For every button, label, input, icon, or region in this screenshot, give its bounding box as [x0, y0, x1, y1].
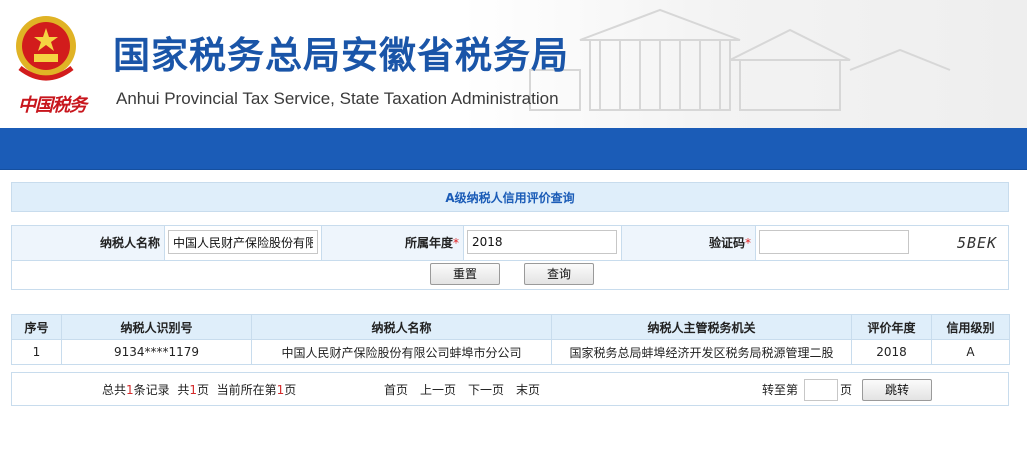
panel-title: A级纳税人信用评价查询	[11, 182, 1009, 212]
col-header-eval-year: 评价年度	[851, 314, 932, 340]
cell-taxpayer-name: 中国人民财产保险股份有限公司蚌埠市分公司	[251, 339, 552, 365]
nav-bar	[0, 128, 1027, 170]
cell-index: 1	[11, 339, 62, 365]
pager-prev-link[interactable]: 上一页	[420, 373, 456, 407]
col-header-taxpayer-name: 纳税人名称	[251, 314, 552, 340]
pagination: 总共1条记录 共1页 当前所在第1页 首页 上一页 下一页 末页 转至第 页 跳…	[11, 372, 1009, 406]
site-title-en: Anhui Provincial Tax Service, State Taxa…	[116, 89, 559, 108]
captcha-label: 验证码*	[621, 226, 756, 260]
captcha-image[interactable]: 5BEK	[957, 231, 1009, 255]
taxpayer-name-label: 纳税人名称	[12, 226, 165, 260]
site-header: 中国税务 国家税务总局安徽省税务局 Anhui Provincial Tax S…	[0, 0, 1027, 128]
cell-tax-authority: 国家税务总局蚌埠经济开发区税务局税源管理二股	[551, 339, 852, 365]
captcha-input[interactable]	[759, 230, 909, 254]
reset-button[interactable]: 重置	[430, 263, 500, 285]
year-input[interactable]	[467, 230, 617, 254]
taxpayer-name-input[interactable]	[168, 230, 318, 254]
goto-suffix: 页	[840, 383, 853, 397]
query-form: 纳税人名称 所属年度* 验证码* 5BEK	[11, 225, 1009, 261]
year-label: 所属年度*	[321, 226, 464, 260]
national-emblem-icon	[16, 16, 76, 81]
pager-next-link[interactable]: 下一页	[468, 373, 504, 407]
form-buttons: 重置 查询	[11, 260, 1009, 290]
results-table: 序号 纳税人识别号 纳税人名称 纳税人主管税务机关 评价年度 信用级别 1 91…	[11, 314, 1010, 365]
pager-summary: 总共1条记录 共1页 当前所在第1页	[102, 383, 297, 397]
tax-brand-seal: 中国税务	[18, 95, 87, 116]
site-title-cn: 国家税务总局安徽省税务局	[113, 34, 569, 77]
query-button[interactable]: 查询	[524, 263, 594, 285]
jump-button[interactable]: 跳转	[862, 379, 932, 401]
cell-credit-level: A	[931, 339, 1010, 365]
table-header-row: 序号 纳税人识别号 纳税人名称 纳税人主管税务机关 评价年度 信用级别	[11, 314, 1010, 340]
cell-tax-id: 9134****1179	[61, 339, 252, 365]
goto-page-input[interactable]	[804, 379, 838, 401]
cell-eval-year: 2018	[851, 339, 932, 365]
col-header-tax-authority: 纳税人主管税务机关	[551, 314, 852, 340]
table-row: 1 9134****1179 中国人民财产保险股份有限公司蚌埠市分公司 国家税务…	[11, 339, 1010, 365]
pager-first-link[interactable]: 首页	[384, 373, 408, 407]
col-header-credit-level: 信用级别	[931, 314, 1010, 340]
col-header-tax-id: 纳税人识别号	[61, 314, 252, 340]
col-header-index: 序号	[11, 314, 62, 340]
goto-prefix: 转至第	[762, 383, 799, 397]
pager-last-link[interactable]: 末页	[516, 373, 540, 407]
